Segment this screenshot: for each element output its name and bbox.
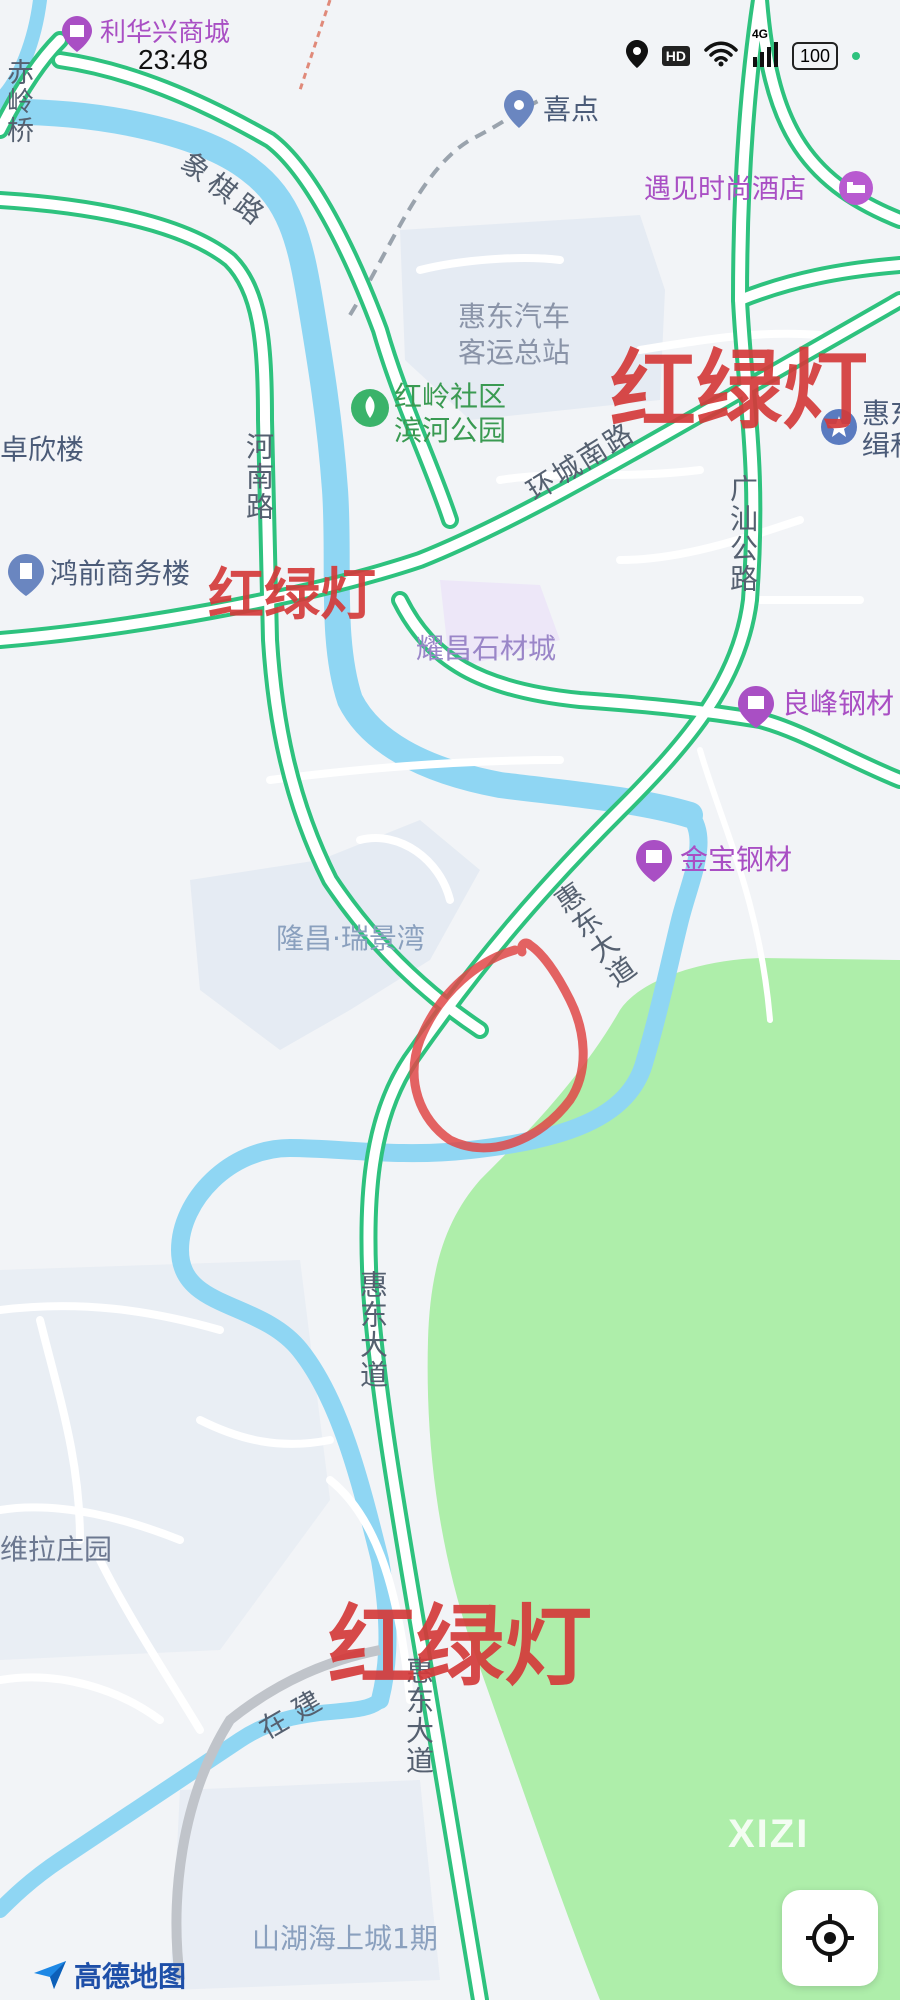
traffic-light-annotation-1: 红绿灯: [610, 341, 868, 441]
road-henan: 河南路: [242, 432, 275, 522]
road-chiling: 赤岭桥: [2, 58, 33, 145]
poi-zhuoxin[interactable]: 卓欣楼: [0, 436, 84, 464]
status-icons: HD 4G 100: [625, 27, 860, 72]
traffic-light-annotation-2: 红绿灯: [208, 563, 376, 628]
place-pin-icon[interactable]: [504, 90, 534, 128]
dot-indicator: [852, 52, 860, 60]
poi-weila[interactable]: 维拉庄园: [0, 1536, 112, 1564]
poi-xidian[interactable]: 喜点: [543, 96, 599, 124]
poi-hotel[interactable]: 遇见时尚酒店: [644, 176, 806, 203]
traffic-light-annotation-3: 红绿灯: [328, 1595, 593, 1698]
poi-hongqian[interactable]: 鸿前商务楼: [50, 560, 190, 588]
poi-park-line2[interactable]: 滨河公园: [394, 414, 506, 448]
shop-pin-icon[interactable]: [62, 16, 92, 52]
poi-shanhuhai[interactable]: 山湖海上城1期: [252, 1922, 438, 1956]
park-pin-icon[interactable]: [350, 388, 389, 427]
poi-bus-station-line1[interactable]: 惠东汽车: [458, 300, 570, 334]
hotel-pin-icon[interactable]: [838, 170, 873, 205]
crosshair-icon: [806, 1914, 854, 1962]
watermark: XIZI: [728, 1812, 810, 1856]
status-time: 23:48: [138, 44, 209, 75]
red-circle-annotation: [409, 938, 588, 1153]
road-guangshan: 广汕公路: [726, 474, 759, 594]
poi-longchang[interactable]: 隆昌·瑞景湾: [276, 922, 425, 956]
network-type: 4G: [751, 27, 768, 41]
amap-logo: 高德地图: [32, 1955, 186, 1995]
shop-pin-icon-2[interactable]: [738, 686, 774, 728]
building-pin-icon[interactable]: [8, 554, 44, 596]
poi-yaochang[interactable]: 耀昌石材城: [416, 632, 556, 666]
location-icon: [625, 40, 648, 72]
poi-lihuaxing[interactable]: 利华兴商城: [100, 20, 230, 46]
cellular-4g-icon: 4G: [752, 27, 778, 71]
poi-liangfeng[interactable]: 良峰钢材: [782, 690, 894, 718]
battery-icon: 100: [791, 42, 838, 70]
shop-pin-icon-3[interactable]: [636, 840, 672, 882]
map-view[interactable]: 23:48 HD 4G 100 利华兴商城 喜点 遇见时尚酒店 惠东汽车 客运总…: [0, 0, 900, 2000]
railway: [298, 0, 332, 91]
green-hill-area: [427, 958, 900, 2000]
wifi-icon: [704, 41, 738, 71]
road-huidong-2: 惠东大道: [356, 1270, 389, 1390]
poi-bus-station-line2[interactable]: 客运总站: [458, 336, 570, 370]
poi-park-line1[interactable]: 红岭社区: [394, 380, 506, 414]
locate-button[interactable]: [782, 1890, 878, 1986]
amap-logo-icon: [34, 1961, 66, 1989]
hd-icon: HD: [661, 46, 690, 66]
logo-text: 高德地图: [74, 1960, 187, 1993]
poi-jinbao[interactable]: 金宝钢材: [680, 846, 792, 874]
